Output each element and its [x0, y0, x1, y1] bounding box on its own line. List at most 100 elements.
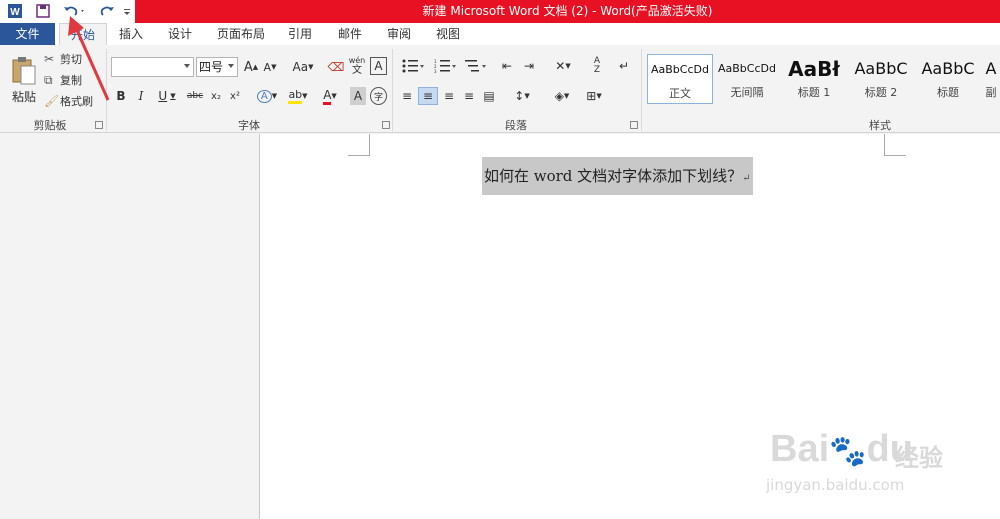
style-normal[interactable]: AaBbCcDd 正文: [647, 54, 713, 104]
highlight-button[interactable]: ab ▼: [284, 87, 312, 105]
borders-icon[interactable]: ⊞ ▼: [580, 87, 608, 105]
highlight-icon: ab: [288, 88, 303, 104]
customize-icon[interactable]: [122, 2, 132, 20]
font-name-combo[interactable]: [111, 57, 194, 77]
style-name: 无间隔: [730, 86, 764, 99]
multilevel-list-icon: [465, 60, 486, 72]
chinese-layout-icon[interactable]: ✕ ▼: [548, 57, 578, 75]
style-name: 标题: [937, 86, 959, 99]
style-heading-1[interactable]: AaBł 标题 1: [781, 54, 847, 104]
watermark-cn: 经验: [895, 444, 943, 472]
tab-design[interactable]: 设计: [160, 23, 200, 45]
paste-button[interactable]: 粘贴: [8, 51, 40, 109]
strikethrough-button[interactable]: abc: [184, 87, 206, 105]
paragraph-launcher-icon[interactable]: [630, 121, 638, 129]
selected-paragraph[interactable]: 如何在 word 文档对字体添加下划线？↵: [482, 157, 753, 195]
svg-text:W: W: [10, 7, 20, 18]
bullets-button[interactable]: [398, 57, 428, 75]
increase-indent-icon[interactable]: ⇥: [520, 57, 538, 75]
word-app-icon[interactable]: W: [6, 2, 24, 20]
multilevel-list-button[interactable]: [462, 57, 490, 75]
style-sample: AaBł: [788, 57, 840, 81]
style-name: 副: [985, 86, 997, 99]
enclose-char-button[interactable]: 字: [370, 87, 387, 105]
sort-icon[interactable]: AZ: [588, 55, 606, 77]
tab-review[interactable]: 审阅: [379, 23, 419, 45]
align-left-icon[interactable]: ≡: [398, 87, 416, 105]
paste-icon: [12, 56, 36, 84]
paragraph-text: 如何在 word 文档对字体添加下划线？: [484, 167, 743, 185]
clear-format-icon[interactable]: ⌫: [328, 57, 345, 77]
svg-text:3: 3: [434, 69, 437, 73]
tab-references[interactable]: 引用: [280, 23, 320, 45]
decrease-indent-icon[interactable]: ⇤: [498, 57, 516, 75]
margin-mark: [348, 134, 370, 156]
style-sample: AaBbC: [854, 59, 908, 78]
style-title[interactable]: AaBbC 标题: [915, 54, 981, 104]
style-name: 标题 1: [797, 86, 831, 99]
shading-icon[interactable]: ◈ ▼: [548, 87, 576, 105]
shrink-font-button[interactable]: A ▼: [262, 58, 278, 76]
paw-icon: 🐾: [829, 435, 867, 468]
grow-font-icon: A: [243, 59, 253, 75]
align-center-icon[interactable]: ≡: [418, 87, 438, 105]
style-sample: AaBbC: [921, 59, 975, 78]
char-border-icon: A: [374, 59, 383, 73]
char-border-button[interactable]: A: [370, 57, 387, 75]
ribbon-tabs: 文件 开始 插入 设计 页面布局 引用 邮件 审阅 视图: [0, 23, 1000, 45]
paste-label: 粘贴: [11, 89, 36, 104]
chevron-down-icon: [228, 64, 234, 68]
clipboard-launcher-icon[interactable]: [95, 121, 103, 129]
superscript-button[interactable]: x²: [227, 87, 243, 105]
tab-mailings[interactable]: 邮件: [330, 23, 370, 45]
italic-icon: I: [138, 89, 144, 103]
italic-button[interactable]: I: [134, 87, 148, 105]
numbering-button[interactable]: 123: [430, 57, 460, 75]
style-sample: A: [985, 59, 997, 78]
strikethrough-icon: abc: [186, 91, 204, 101]
font-size-value: 四号: [199, 60, 224, 74]
subscript-button[interactable]: x₂: [208, 87, 224, 105]
save-icon[interactable]: [34, 2, 52, 20]
ribbon: 粘贴 ✂ 剪切 ⧉ 复制 🖌 格式刷 剪贴板 四号 A ▲ A ▼ Aa ▼ ⌫ wé…: [0, 45, 1000, 133]
tab-file[interactable]: 文件: [0, 23, 55, 45]
copy-icon: ⧉: [44, 72, 53, 87]
char-shading-icon: A: [353, 89, 363, 103]
char-shading-button[interactable]: A: [350, 87, 366, 105]
line-spacing-icon[interactable]: ↕ ▼: [508, 87, 536, 105]
align-right-icon[interactable]: ≡: [440, 87, 458, 105]
tab-view[interactable]: 视图: [428, 23, 468, 45]
phonetic-guide-button[interactable]: wén 文: [348, 55, 366, 77]
annotation-arrow-icon: [68, 16, 110, 101]
brush-icon: 🖌: [44, 94, 60, 108]
text-effects-icon: A: [256, 89, 272, 103]
watermark-brand: Bai🐾du: [770, 428, 913, 470]
style-heading-2[interactable]: AaBbC 标题 2: [848, 54, 914, 104]
change-case-icon: Aa: [292, 60, 309, 74]
underline-button[interactable]: U ▼: [154, 87, 180, 105]
scissors-icon: ✂: [44, 52, 55, 66]
clipboard-group-label: 剪贴板: [33, 119, 67, 132]
justify-icon[interactable]: ≡: [460, 87, 478, 105]
style-name: 正文: [669, 87, 691, 100]
paragraph-group-label: 段落: [505, 119, 527, 132]
text-effects-button[interactable]: A ▼: [254, 87, 280, 105]
font-group-label: 字体: [238, 119, 260, 132]
font-launcher-icon[interactable]: [382, 121, 390, 129]
font-size-combo[interactable]: 四号: [196, 57, 238, 77]
window-title: 新建 Microsoft Word 文档 (2) - Word(产品激活失败): [422, 4, 713, 18]
watermark-url: jingyan.baidu.com: [766, 476, 905, 494]
styles-group-label: 样式: [869, 119, 891, 132]
underline-icon: U: [158, 89, 168, 103]
style-sample: AaBbCcDd: [651, 63, 709, 76]
tab-layout[interactable]: 页面布局: [210, 23, 272, 45]
change-case-button[interactable]: Aa ▼: [288, 58, 318, 76]
margin-mark: [884, 134, 906, 156]
show-marks-icon[interactable]: ↵: [615, 57, 633, 75]
font-color-button[interactable]: A ▼: [317, 87, 343, 105]
title-bar: 新建 Microsoft Word 文档 (2) - Word(产品激活失败) …: [0, 0, 1000, 23]
style-no-spacing[interactable]: AaBbCcDd 无间隔: [714, 54, 780, 104]
distribute-icon[interactable]: ▤: [480, 87, 498, 105]
style-subtitle[interactable]: A 副: [982, 54, 1000, 104]
grow-font-button[interactable]: A ▲: [243, 58, 259, 76]
